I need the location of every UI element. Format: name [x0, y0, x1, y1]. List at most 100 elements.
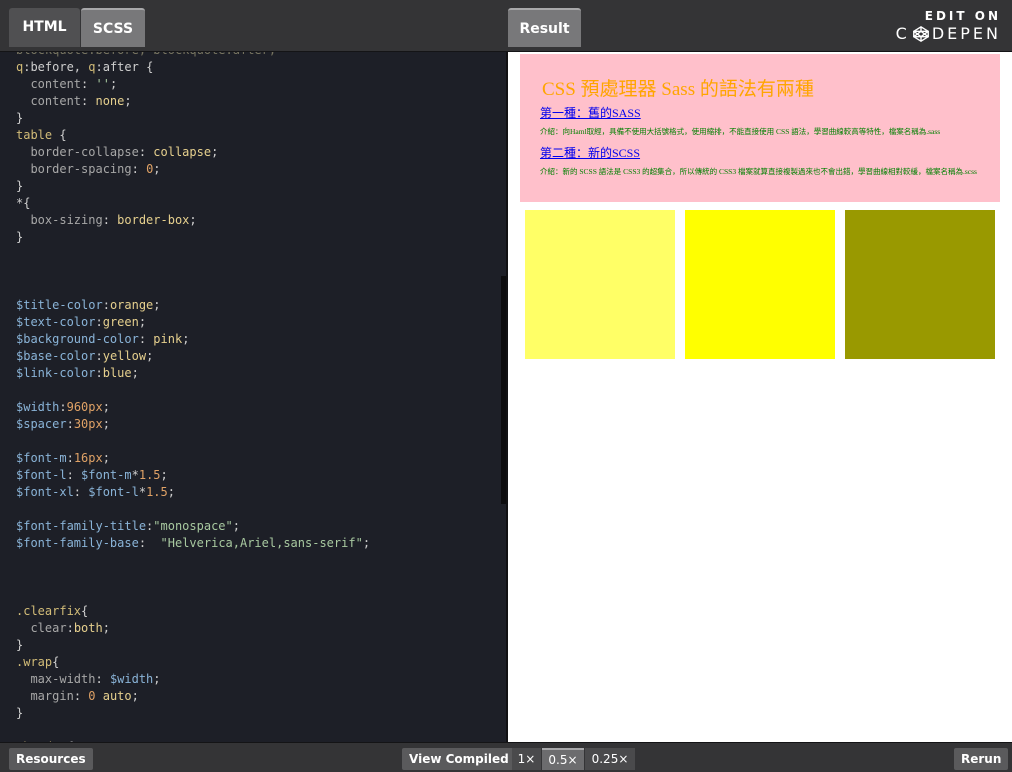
- code-line[interactable]: [16, 722, 370, 739]
- code-line[interactable]: [16, 246, 370, 263]
- code-token: }: [16, 230, 24, 244]
- code-token: $font-l: [88, 485, 139, 499]
- code-token: :: [102, 298, 110, 312]
- code-token: ;: [138, 315, 147, 329]
- code-line[interactable]: $background-color: pink;: [16, 331, 370, 348]
- preview-text-scss: 介紹：新的 SCSS 語法是 CSS3 的超集合，所以傳統的 CSS3 檔案就算…: [540, 167, 977, 176]
- code-token: :before,: [23, 60, 89, 74]
- code-line[interactable]: margin: 0 auto;: [16, 688, 370, 705]
- code-line[interactable]: clear:both;: [16, 620, 370, 637]
- code-line[interactable]: .clearfix{: [16, 603, 370, 620]
- code-token: ;: [109, 77, 118, 91]
- resources-button[interactable]: Resources: [9, 748, 93, 770]
- code-line[interactable]: max-width: $width;: [16, 671, 370, 688]
- code-line[interactable]: [16, 382, 370, 399]
- code-token: max-width: [30, 672, 96, 686]
- code-token: ;: [124, 94, 132, 108]
- code-line[interactable]: }: [16, 637, 370, 654]
- code-line[interactable]: $spacer:30px;: [16, 416, 370, 433]
- code-token: $link-color: [16, 366, 96, 380]
- preview-link-sass[interactable]: 第一種：舊的SASS: [540, 104, 641, 121]
- code-line[interactable]: [16, 433, 370, 450]
- code-token: ;: [102, 400, 110, 414]
- code-token: :: [66, 417, 74, 431]
- code-line[interactable]: [16, 263, 370, 280]
- code-line[interactable]: *{: [16, 195, 370, 212]
- code-line[interactable]: border-collapse: collapse;: [16, 144, 370, 161]
- code-token: :: [59, 400, 67, 414]
- code-token: none: [95, 94, 125, 108]
- code-token: "monospace": [153, 519, 233, 533]
- code-line[interactable]: .wrap{: [16, 654, 370, 671]
- code-line[interactable]: $title-color:orange;: [16, 297, 370, 314]
- scss-editor[interactable]: blockquote:before, blockquote:after, q:be…: [0, 52, 506, 742]
- code-line[interactable]: [16, 280, 370, 297]
- rerun-button[interactable]: Rerun: [954, 748, 1009, 770]
- preview-link-scss[interactable]: 第二種：新的SCSS: [540, 144, 640, 161]
- code-token: table: [16, 128, 53, 142]
- code-line[interactable]: $base-color:yellow;: [16, 348, 370, 365]
- code-token: :after {: [95, 60, 154, 74]
- code-line[interactable]: content: none;: [16, 93, 370, 110]
- code-line[interactable]: $width:960px;: [16, 399, 370, 416]
- code-token: border-box: [117, 213, 190, 227]
- code-line[interactable]: }: [16, 178, 370, 195]
- code-line[interactable]: [16, 586, 370, 603]
- code-line[interactable]: table {: [16, 127, 370, 144]
- code-token: ;: [211, 145, 219, 159]
- preview-box-light-yellow: [525, 210, 675, 359]
- code-content[interactable]: blockquote:before, blockquote:after, q:be…: [16, 52, 370, 742]
- tab-html[interactable]: HTML: [9, 8, 80, 47]
- code-token: $font-family-title: [16, 519, 147, 533]
- zoom-1x-button[interactable]: 1×: [512, 748, 541, 770]
- code-token: :: [95, 366, 103, 380]
- code-token: ;: [102, 451, 110, 465]
- code-line[interactable]: content: '';: [16, 76, 370, 93]
- code-line[interactable]: q:before, q:after {: [16, 59, 370, 76]
- code-line[interactable]: }: [16, 110, 370, 127]
- code-line[interactable]: $font-family-title:"monospace";: [16, 518, 370, 535]
- code-token: :: [95, 349, 103, 363]
- code-line[interactable]: $font-xl: $font-l*1.5;: [16, 484, 370, 501]
- code-token: .clearfix: [16, 604, 82, 618]
- code-line[interactable]: $font-l: $font-m*1.5;: [16, 467, 370, 484]
- tab-result[interactable]: Result: [508, 8, 581, 47]
- code-line[interactable]: [16, 569, 370, 586]
- code-line[interactable]: }: [16, 705, 370, 722]
- code-token: $font-family-base: [16, 536, 139, 550]
- code-token: yellow: [102, 349, 147, 363]
- code-token: :: [95, 672, 110, 686]
- code-line[interactable]: blockquote:before, blockquote:after,: [16, 52, 370, 59]
- code-token: ;: [362, 536, 371, 550]
- code-line[interactable]: $font-m:16px;: [16, 450, 370, 467]
- code-line[interactable]: $font-family-base: "Helverica,Ariel,sans…: [16, 535, 370, 552]
- edit-on-codepen-link[interactable]: EDIT ON C DEPEN: [896, 9, 1001, 43]
- code-line[interactable]: border-spacing: 0;: [16, 161, 370, 178]
- code-line[interactable]: $link-color:blue;: [16, 365, 370, 382]
- code-token: both: [73, 621, 103, 635]
- zoom-0-5x-button[interactable]: 0.5×: [542, 748, 584, 770]
- code-token: ;: [131, 689, 139, 703]
- code-token: clear: [30, 621, 67, 635]
- code-token: *: [131, 468, 139, 482]
- code-token: green: [102, 315, 139, 329]
- code-line[interactable]: box-sizing: border-box;: [16, 212, 370, 229]
- code-line[interactable]: }: [16, 229, 370, 246]
- tab-scss[interactable]: SCSS: [81, 8, 145, 47]
- zoom-0-25x-button[interactable]: 0.25×: [585, 748, 635, 770]
- code-token: 16px: [73, 451, 103, 465]
- code-line[interactable]: $text-color:green;: [16, 314, 370, 331]
- code-token: $font-m: [81, 468, 132, 482]
- code-line[interactable]: [16, 552, 370, 569]
- code-token: $font-l: [16, 468, 67, 482]
- code-token: ;: [131, 366, 139, 380]
- codepen-logo: C DEPEN: [896, 24, 1001, 43]
- code-token: :: [102, 213, 118, 227]
- code-token: $spacer: [16, 417, 67, 431]
- view-compiled-button[interactable]: View Compiled: [402, 748, 516, 770]
- code-line[interactable]: [16, 501, 370, 518]
- codepen-logo-prefix: C: [895, 24, 910, 43]
